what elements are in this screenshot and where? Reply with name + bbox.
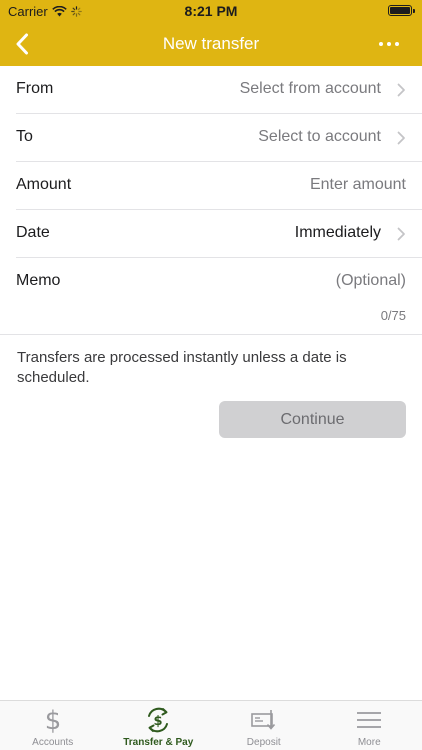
battery-icon <box>388 5 415 16</box>
status-time: 8:21 PM <box>184 3 238 19</box>
chevron-right-icon <box>397 83 405 97</box>
check-deposit-icon <box>250 710 275 730</box>
status-bar: Carrier 8:21 PM <box>0 0 422 22</box>
from-account-select[interactable]: Select from account <box>240 80 381 98</box>
transfer-form: From Select from account To Select to ac… <box>0 66 422 335</box>
tab-label: Deposit <box>246 737 281 748</box>
chevron-right-icon <box>397 131 405 145</box>
amount-input[interactable]: Enter amount <box>310 176 406 194</box>
svg-text:$: $ <box>44 706 61 734</box>
memo-character-count: 0/75 <box>380 308 406 323</box>
from-label: From <box>16 80 54 97</box>
ellipsis-dot <box>387 42 391 46</box>
tab-accounts[interactable]: $ Accounts <box>0 701 106 750</box>
ellipsis-dot <box>395 42 399 46</box>
transfer-dollar-icon: $ <box>148 707 169 733</box>
date-label: Date <box>16 224 50 241</box>
date-select[interactable]: Immediately <box>295 224 381 242</box>
memo-label: Memo <box>16 272 61 289</box>
date-row[interactable]: Date Immediately <box>16 210 422 258</box>
navigation-bar: New transfer <box>0 22 422 66</box>
tab-label: More <box>357 737 381 748</box>
to-label: To <box>16 128 33 145</box>
tab-label: Accounts <box>32 737 74 748</box>
tab-transfer-pay[interactable]: $ Transfer & Pay <box>106 701 212 750</box>
continue-button[interactable]: Continue <box>219 401 406 438</box>
memo-row[interactable]: Memo (Optional) 0/75 <box>0 258 422 335</box>
tab-label: Transfer & Pay <box>123 737 194 748</box>
amount-label: Amount <box>16 176 72 193</box>
tab-more[interactable]: More <box>317 701 422 750</box>
tab-deposit[interactable]: Deposit <box>211 701 317 750</box>
menu-icon <box>357 712 382 728</box>
svg-text:$: $ <box>154 714 163 729</box>
transfer-info-text: Transfers are processed instantly unless… <box>17 349 347 386</box>
to-account-row[interactable]: To Select to account <box>16 114 422 162</box>
page-title: New transfer <box>162 34 260 53</box>
header: Carrier 8:21 PM New transfer <box>0 0 422 66</box>
memo-input[interactable]: (Optional) <box>336 272 406 290</box>
from-account-row[interactable]: From Select from account <box>16 66 422 114</box>
ellipsis-dot <box>379 42 383 46</box>
amount-row[interactable]: Amount Enter amount <box>16 162 422 210</box>
dollar-icon: $ <box>44 706 61 734</box>
tab-bar: $ Accounts $ Transfer & Pay Deposit More <box>0 700 422 750</box>
more-options-button[interactable] <box>374 32 404 56</box>
chevron-right-icon <box>397 227 405 241</box>
to-account-select[interactable]: Select to account <box>258 128 381 146</box>
